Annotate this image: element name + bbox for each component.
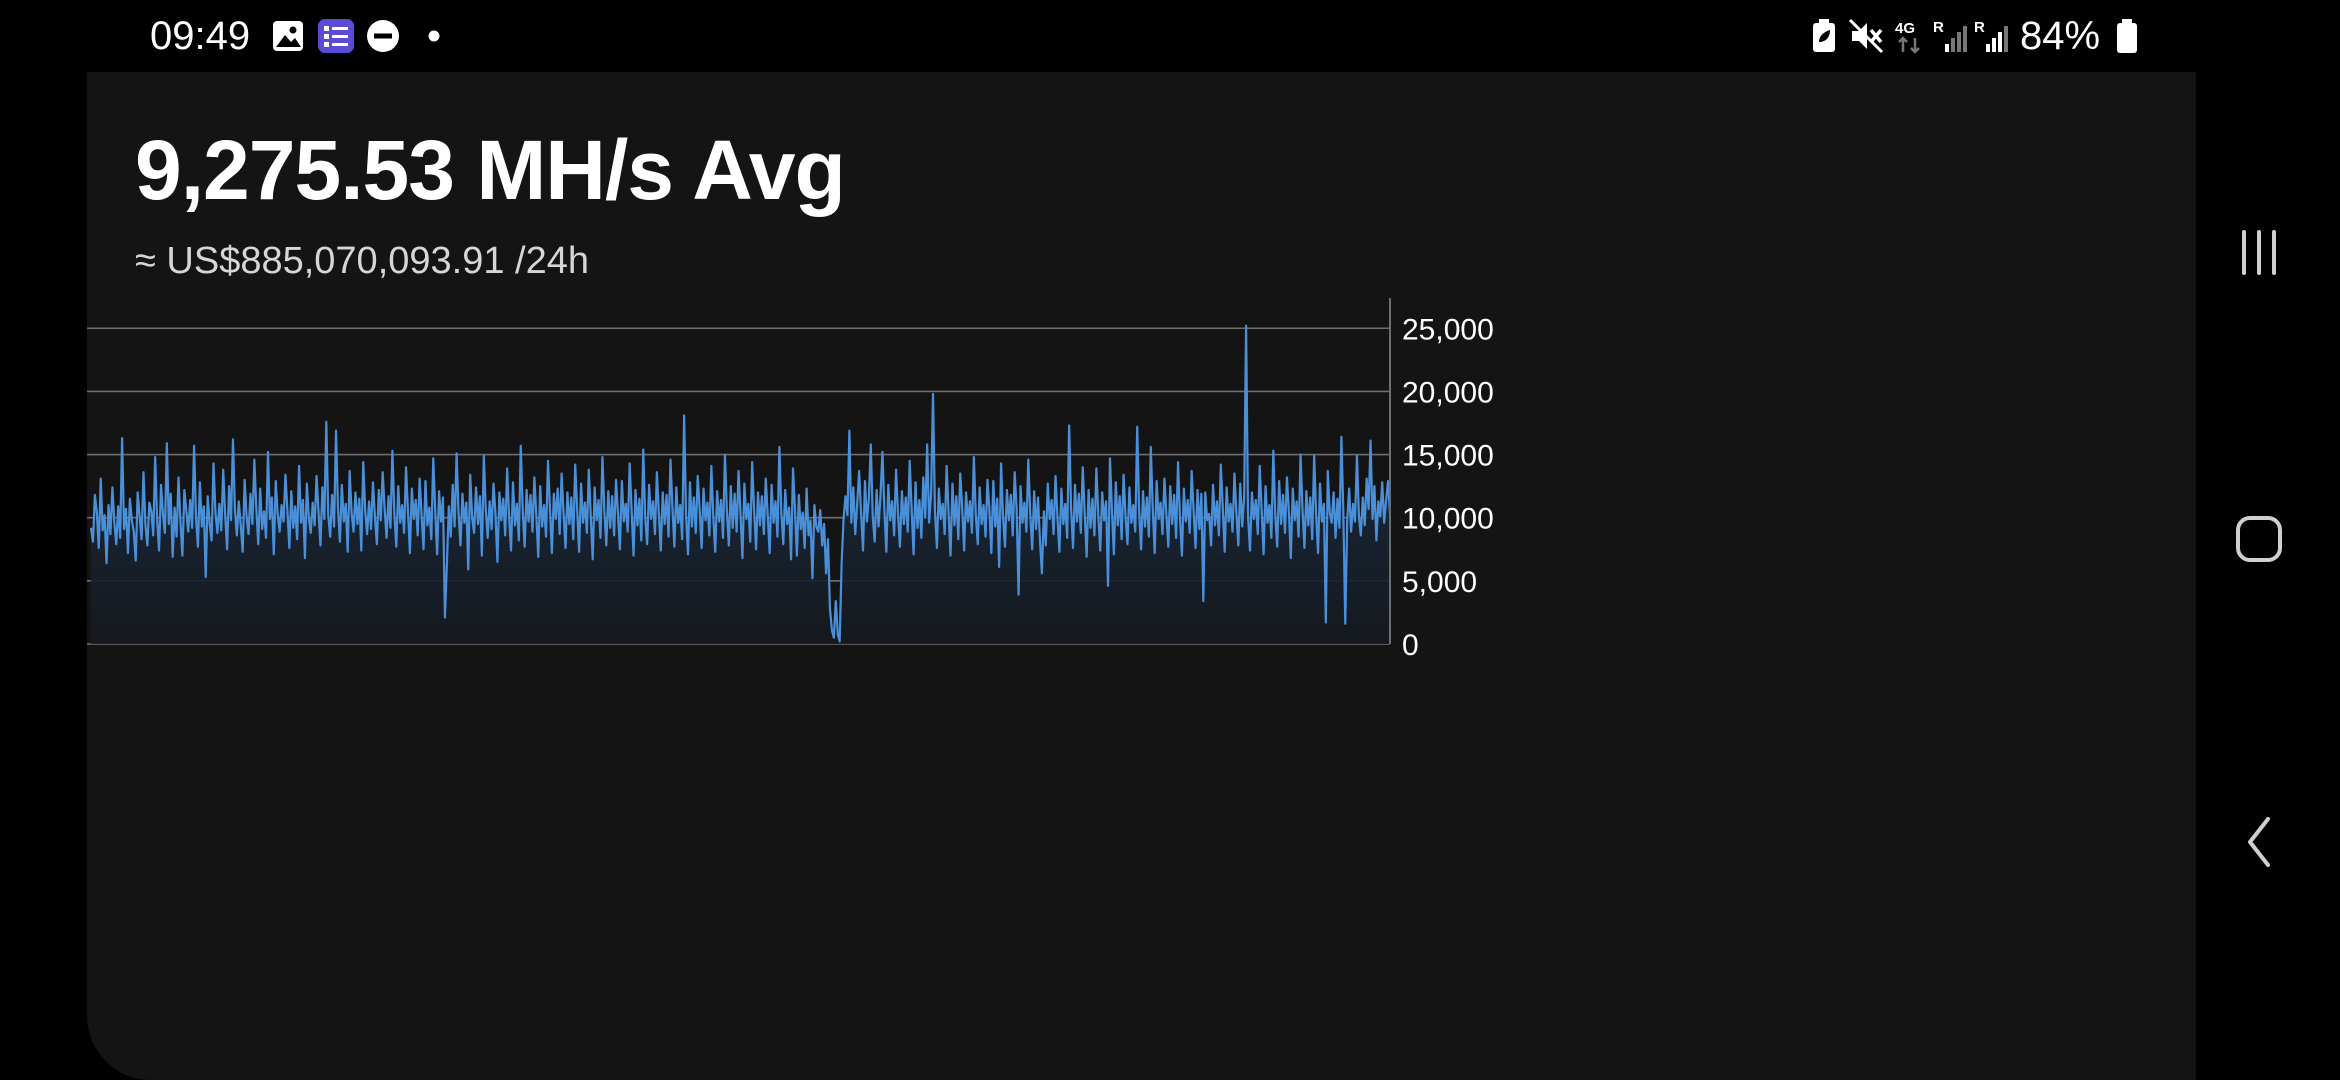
mute-icon — [1848, 18, 1884, 54]
recent-apps-button[interactable] — [2196, 186, 2340, 306]
home-icon — [2236, 516, 2282, 562]
dnd-icon — [367, 20, 399, 52]
y-tick-label: 10,000 — [1402, 503, 1494, 536]
hashrate-card: 9,275.53 MH/s Avg ≈ US$885,070,093.91 /2… — [87, 72, 2196, 1080]
network-4g-icon: 4G — [1895, 20, 1920, 54]
y-tick-label: 15,000 — [1402, 440, 1494, 473]
y-tick-label: 5,000 — [1402, 566, 1477, 599]
y-tick-label: 20,000 — [1402, 376, 1494, 409]
status-bar: 09:49 4G R R 84% — [0, 0, 2340, 72]
back-button[interactable] — [2196, 780, 2340, 900]
hashrate-chart-svg[interactable]: 0 5,000 10,000 15,000 20,000 25,000 — [87, 72, 2196, 1080]
status-time: 09:49 — [150, 14, 251, 58]
signal-sim2-icon: R — [1974, 19, 2008, 52]
svg-text:R: R — [1974, 19, 1985, 36]
notification-dot-icon — [428, 30, 440, 42]
y-axis-ticks: 0 5,000 10,000 15,000 20,000 25,000 — [1402, 313, 1494, 662]
svg-text:R: R — [1933, 19, 1944, 36]
y-tick-label: 25,000 — [1402, 313, 1494, 346]
navigation-bar — [2196, 72, 2340, 1080]
gallery-icon — [273, 21, 303, 51]
tasks-app-icon — [318, 19, 354, 53]
battery-saver-icon — [1813, 19, 1835, 52]
svg-text:4G: 4G — [1895, 20, 1915, 37]
hashrate-chart[interactable]: 0 5,000 10,000 15,000 20,000 25,000 — [87, 72, 2196, 1080]
battery-percent: 84% — [2020, 14, 2101, 58]
battery-icon — [2117, 19, 2137, 53]
signal-sim1-icon: R — [1933, 19, 1967, 52]
home-button[interactable] — [2196, 478, 2340, 598]
back-icon — [2248, 817, 2270, 867]
y-tick-label: 0 — [1402, 629, 1419, 662]
recent-apps-icon — [2242, 230, 2276, 275]
